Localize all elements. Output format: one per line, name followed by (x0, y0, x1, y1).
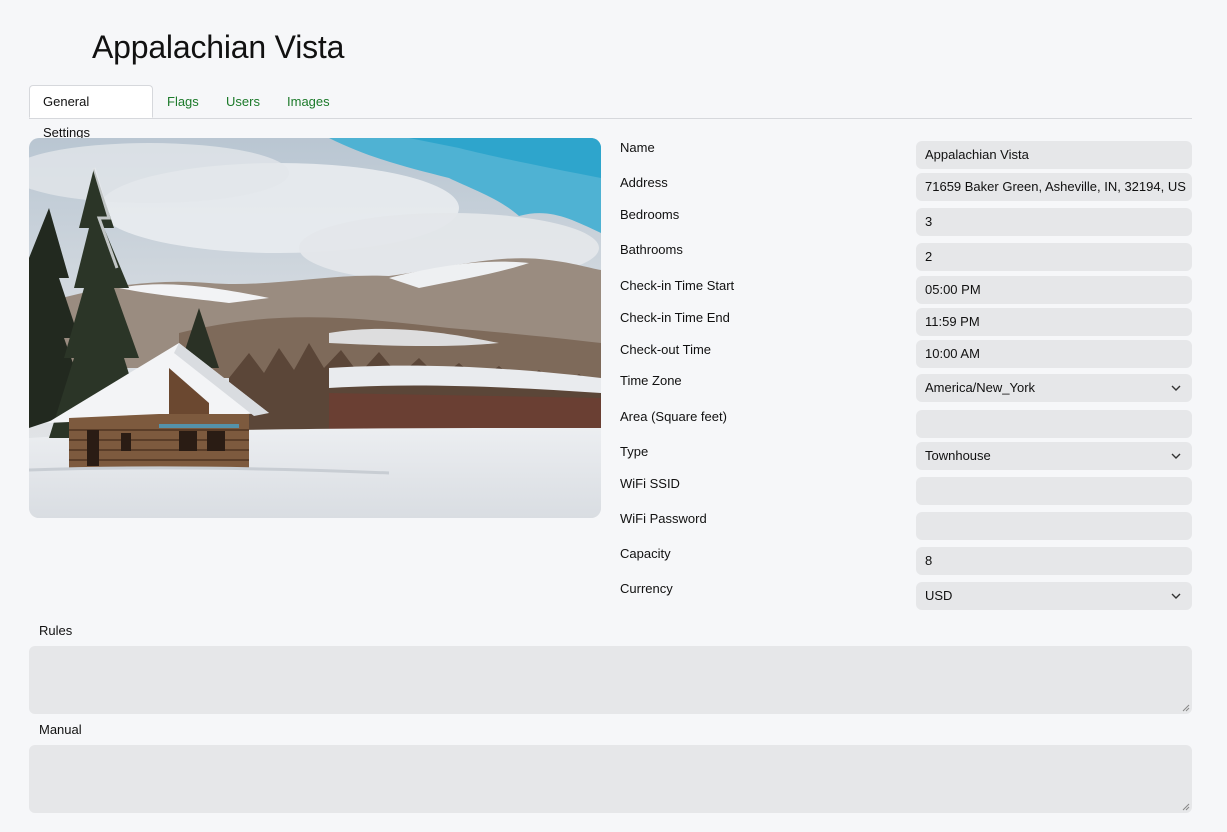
address-field[interactable]: 71659 Baker Green, Asheville, IN, 32194,… (916, 173, 1192, 201)
resize-grip-icon[interactable] (1182, 704, 1190, 712)
bathrooms-field[interactable]: 2 (916, 243, 1192, 271)
manual-textarea[interactable] (29, 745, 1192, 813)
currency-label: Currency (620, 581, 673, 596)
wifi-ssid-label: WiFi SSID (620, 476, 680, 491)
checkin-start-label: Check-in Time Start (620, 278, 735, 293)
checkin-end-field[interactable]: 11:59 PM (916, 308, 1192, 336)
tab-bar: General Settings Flags Users Images (29, 85, 1192, 140)
checkin-start-field[interactable]: 05:00 PM (916, 276, 1192, 304)
wifi-password-field[interactable] (916, 512, 1192, 540)
manual-label: Manual (39, 722, 82, 737)
checkout-label: Check-out Time (620, 342, 712, 357)
type-value: Townhouse (925, 448, 991, 463)
checkout-field[interactable]: 10:00 AM (916, 340, 1192, 368)
property-photo (29, 138, 601, 518)
timezone-label: Time Zone (620, 373, 682, 388)
address-label: Address (620, 175, 668, 190)
capacity-label: Capacity (620, 546, 671, 561)
rules-textarea[interactable] (29, 646, 1192, 714)
tab-general-settings[interactable]: General Settings (29, 85, 153, 140)
tab-images[interactable]: Images (274, 85, 343, 118)
timezone-select[interactable]: America/New_York (916, 374, 1192, 402)
currency-value: USD (925, 588, 953, 603)
area-label: Area (Square feet) (620, 409, 727, 424)
checkin-end-label: Check-in Time End (620, 310, 730, 325)
tab-flags[interactable]: Flags (154, 85, 212, 118)
chevron-down-icon (1170, 582, 1182, 610)
area-field[interactable] (916, 410, 1192, 438)
bedrooms-field[interactable]: 3 (916, 208, 1192, 236)
bathrooms-label: Bathrooms (620, 242, 683, 257)
currency-select[interactable]: USD (916, 582, 1192, 610)
capacity-field[interactable]: 8 (916, 547, 1192, 575)
resize-grip-icon[interactable] (1182, 803, 1190, 811)
name-field[interactable]: Appalachian Vista (916, 141, 1192, 169)
wifi-password-label: WiFi Password (620, 511, 707, 526)
type-label: Type (620, 444, 649, 459)
chevron-down-icon (1170, 374, 1182, 402)
rules-label: Rules (39, 623, 73, 638)
name-label: Name (620, 140, 655, 155)
page-title: Appalachian Vista (92, 29, 345, 65)
chevron-down-icon (1170, 442, 1182, 470)
timezone-value: America/New_York (925, 380, 1036, 395)
type-select[interactable]: Townhouse (916, 442, 1192, 470)
tab-users[interactable]: Users (213, 85, 273, 118)
bedrooms-label: Bedrooms (620, 207, 680, 222)
wifi-ssid-field[interactable] (916, 477, 1192, 505)
